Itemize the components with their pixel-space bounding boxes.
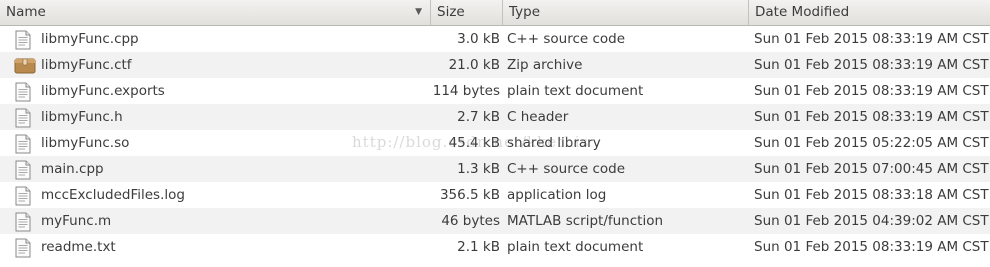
file-name: mccExcludedFiles.log	[41, 187, 185, 203]
column-header-size-label: Size	[437, 4, 465, 20]
column-header-date-label: Date Modified	[755, 4, 850, 20]
file-type: plain text document	[507, 239, 644, 255]
column-header-name[interactable]: Name ▼	[0, 0, 431, 25]
file-row[interactable]: libmyFunc.cpp 3.0 kB C++ source code Sun 01…	[0, 26, 990, 52]
text-file-icon	[14, 238, 34, 258]
file-row[interactable]: mccExcludedFiles.log 356.5 kB application …	[0, 182, 990, 208]
file-name: readme.txt	[41, 239, 116, 255]
file-type: C header	[507, 109, 569, 125]
file-list: libmyFunc.cpp 3.0 kB C++ source code Sun 01…	[0, 26, 990, 260]
text-file-icon	[14, 108, 34, 128]
file-date: Sun 01 Feb 2015 08:33:19 AM CST	[754, 83, 989, 99]
file-name: libmyFunc.h	[41, 109, 123, 125]
column-header-bar: Name ▼ Size Type Date Modified	[0, 0, 990, 26]
file-size: 356.5 kB	[439, 187, 500, 203]
file-date: Sun 01 Feb 2015 08:33:19 AM CST	[754, 239, 989, 255]
file-size: 114 bytes	[432, 83, 500, 99]
file-date: Sun 01 Feb 2015 04:39:02 AM CST	[754, 213, 989, 229]
file-row[interactable]: libmyFunc.h 2.7 kB C header Sun 01 Feb 2015…	[0, 104, 990, 130]
text-file-icon	[14, 82, 34, 102]
file-date: Sun 01 Feb 2015 08:33:19 AM CST	[754, 57, 989, 73]
text-file-icon	[14, 134, 34, 154]
file-type: plain text document	[507, 83, 644, 99]
column-header-size[interactable]: Size	[431, 0, 503, 25]
file-size: 21.0 kB	[448, 57, 500, 73]
file-type: Zip archive	[507, 57, 583, 73]
file-row[interactable]: libmyFunc.exports 114 bytes plain text doc…	[0, 78, 990, 104]
file-type: MATLAB script/function	[507, 213, 664, 229]
file-size: 1.3 kB	[457, 161, 500, 177]
file-size: 3.0 kB	[457, 31, 500, 47]
text-file-icon	[14, 186, 34, 206]
column-header-type[interactable]: Type	[503, 0, 749, 25]
column-header-type-label: Type	[509, 4, 541, 20]
text-file-icon	[14, 30, 34, 50]
archive-icon	[14, 56, 36, 74]
file-date: Sun 01 Feb 2015 05:22:05 AM CST	[754, 135, 989, 151]
chevron-down-icon: ▼	[415, 7, 422, 17]
file-name: main.cpp	[41, 161, 104, 177]
file-row[interactable]: libmyFunc.ctf 21.0 kB Zip archive Sun 01 Fe…	[0, 52, 990, 78]
file-name: myFunc.m	[41, 213, 112, 229]
file-date: Sun 01 Feb 2015 07:00:45 AM CST	[754, 161, 989, 177]
file-size: 2.1 kB	[457, 239, 500, 255]
file-type: shared library	[507, 135, 601, 151]
column-header-date[interactable]: Date Modified	[749, 0, 990, 25]
file-row[interactable]: main.cpp 1.3 kB C++ source code Sun 01 Feb …	[0, 156, 990, 182]
file-row[interactable]: readme.txt 2.1 kB plain text document Sun 0…	[0, 234, 990, 260]
file-row[interactable]: myFunc.m 46 bytes MATLAB script/function Su…	[0, 208, 990, 234]
file-date: Sun 01 Feb 2015 08:33:19 AM CST	[754, 109, 989, 125]
file-size: 46 bytes	[441, 213, 500, 229]
file-date: Sun 01 Feb 2015 08:33:18 AM CST	[754, 187, 989, 203]
file-name: libmyFunc.ctf	[41, 57, 132, 73]
file-type: application log	[507, 187, 607, 203]
file-name: libmyFunc.cpp	[41, 31, 139, 47]
column-header-name-label: Name	[6, 4, 46, 20]
file-size: 2.7 kB	[457, 109, 500, 125]
file-row[interactable]: libmyFunc.so 45.4 kB shared library Sun 01 …	[0, 130, 990, 156]
text-file-icon	[14, 212, 34, 232]
file-type: C++ source code	[507, 161, 626, 177]
file-name: libmyFunc.so	[41, 135, 130, 151]
file-name: libmyFunc.exports	[41, 83, 165, 99]
text-file-icon	[14, 160, 34, 180]
file-size: 45.4 kB	[448, 135, 500, 151]
file-date: Sun 01 Feb 2015 08:33:19 AM CST	[754, 31, 989, 47]
file-type: C++ source code	[507, 31, 626, 47]
